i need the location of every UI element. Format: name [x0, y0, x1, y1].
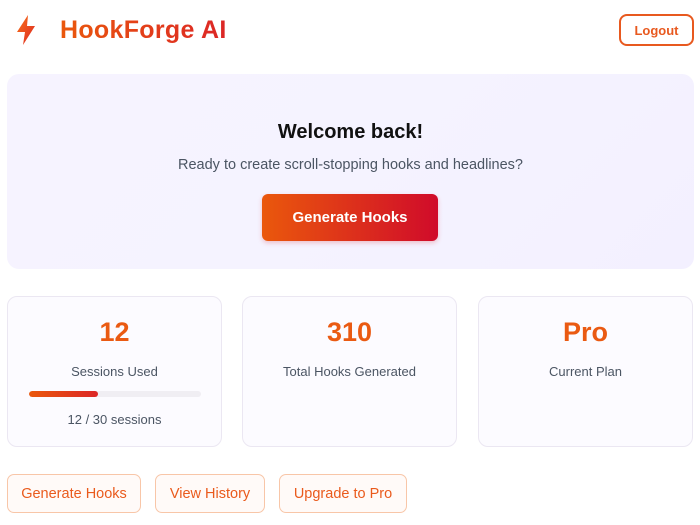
brand-name: HookForge AI: [60, 16, 227, 44]
sessions-used-value: 12: [99, 317, 130, 347]
logout-button[interactable]: Logout: [619, 14, 694, 46]
sessions-progress-fill: [29, 391, 98, 397]
current-plan-label: Current Plan: [549, 364, 622, 379]
welcome-subtitle: Ready to create scroll-stopping hooks an…: [178, 157, 523, 173]
lightning-bolt-icon: [17, 15, 35, 45]
total-hooks-card: 310 Total Hooks Generated: [242, 296, 457, 447]
current-plan-value: Pro: [562, 317, 608, 347]
total-hooks-value: 310: [326, 317, 373, 347]
quick-generate-hooks-button[interactable]: Generate Hooks: [7, 474, 141, 513]
total-hooks-label: Total Hooks Generated: [283, 364, 416, 379]
view-history-button[interactable]: View History: [155, 474, 265, 513]
current-plan-card: Pro Current Plan: [478, 296, 693, 447]
welcome-panel: Welcome back! Ready to create scroll-sto…: [7, 74, 694, 269]
app-header: HookForge AI Logout: [0, 0, 700, 62]
sessions-progress-text: 12 / 30 sessions: [67, 412, 162, 427]
welcome-title: Welcome back!: [277, 121, 424, 143]
sessions-used-label: Sessions Used: [71, 364, 158, 379]
generate-hooks-button[interactable]: Generate Hooks: [262, 194, 438, 241]
upgrade-to-pro-button[interactable]: Upgrade to Pro: [279, 474, 407, 513]
sessions-used-card: 12 Sessions Used 12 / 30 sessions: [7, 296, 222, 447]
sessions-progress-bar: [29, 391, 201, 397]
